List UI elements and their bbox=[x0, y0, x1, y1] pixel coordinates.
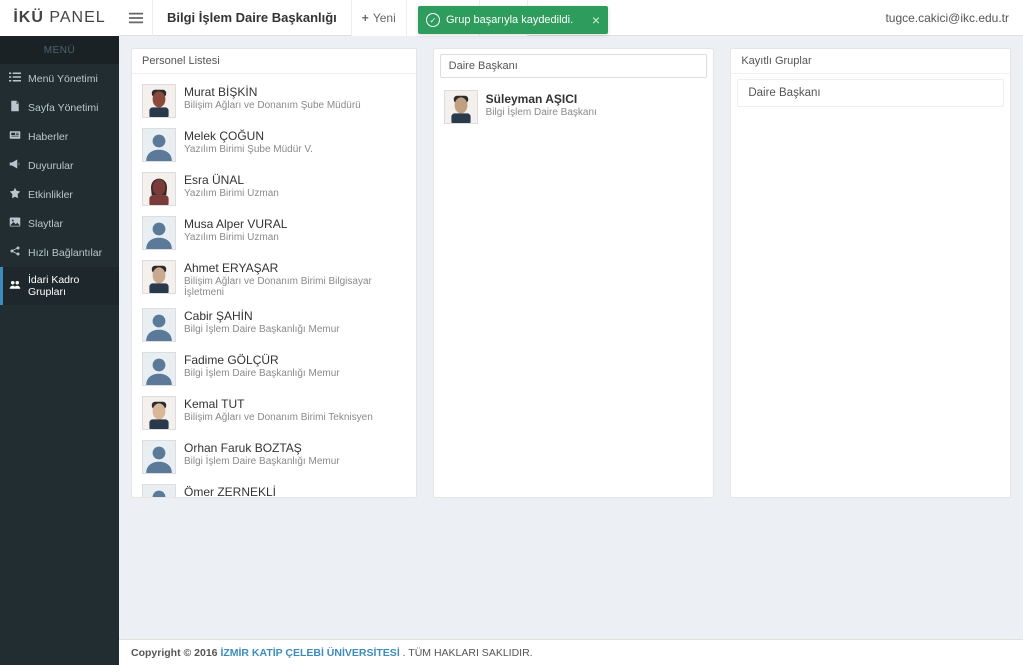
avatar bbox=[142, 352, 176, 386]
person-row[interactable]: Orhan Faruk BOZTAŞ Bilgi İşlem Daire Baş… bbox=[138, 435, 410, 479]
panel-personnel-title: Personel Listesi bbox=[132, 49, 416, 74]
sidebar-item-label: Menü Yönetimi bbox=[28, 73, 98, 85]
plus-icon: + bbox=[362, 11, 369, 25]
sidebar-item-i̇dari-kadro-grupları[interactable]: İdari Kadro Grupları bbox=[0, 267, 119, 305]
sidebar-item-label: Etkinlikler bbox=[28, 189, 73, 201]
sidebar: MENÜ Menü Yönetimi Sayfa Yönetimi Haberler… bbox=[0, 36, 119, 665]
image-icon bbox=[9, 216, 21, 231]
sidebar-menu-title: MENÜ bbox=[0, 36, 119, 64]
sidebar-item-label: Sayfa Yönetimi bbox=[28, 102, 98, 114]
group-name-input[interactable] bbox=[440, 54, 708, 78]
group-member[interactable]: Süleyman AŞICI Bilgi İşlem Daire Başkanı bbox=[440, 86, 708, 128]
avatar bbox=[444, 90, 478, 124]
success-toast: ✓ Grup başarıyla kaydedildi. × bbox=[418, 6, 608, 34]
panel-saved-groups: Kayıtlı Gruplar Daire Başkanı bbox=[730, 48, 1011, 498]
person-name: Fadime GÖLÇÜR bbox=[184, 353, 340, 367]
list-icon bbox=[9, 71, 21, 86]
person-name: Melek ÇOĞUN bbox=[184, 129, 313, 143]
sidebar-item-etkinlikler[interactable]: Etkinlikler bbox=[0, 180, 119, 209]
person-name: Ömer ZERNEKLİ bbox=[184, 485, 276, 497]
person-role: Yazılım Birimi Uzman bbox=[184, 232, 287, 243]
person-role: Yazılım Birimi Uzman bbox=[184, 188, 279, 199]
group-editor-body: Süleyman AŞICI Bilgi İşlem Daire Başkanı bbox=[434, 49, 714, 497]
sidebar-item-hızlı-bağlantılar[interactable]: Hızlı Bağlantılar bbox=[0, 238, 119, 267]
avatar bbox=[142, 128, 176, 162]
person-role: Bilişim Ağları ve Donanım Birimi Bilgisa… bbox=[184, 276, 406, 298]
file-icon bbox=[9, 100, 21, 115]
panel-group-editor: Süleyman AŞICI Bilgi İşlem Daire Başkanı bbox=[433, 48, 715, 498]
person-name: Orhan Faruk BOZTAŞ bbox=[184, 441, 340, 455]
person-name: Cabir ŞAHİN bbox=[184, 309, 340, 323]
avatar bbox=[142, 172, 176, 206]
check-circle-icon: ✓ bbox=[426, 13, 440, 27]
new-button-label: Yeni bbox=[373, 11, 396, 25]
avatar bbox=[142, 440, 176, 474]
sidebar-item-sayfa-yönetimi[interactable]: Sayfa Yönetimi bbox=[0, 93, 119, 122]
saved-groups-list: Daire Başkanı bbox=[731, 74, 1010, 497]
person-row[interactable]: Melek ÇOĞUN Yazılım Birimi Şube Müdür V. bbox=[138, 123, 410, 167]
user-email: tugce.cakici@ikc.edu.tr bbox=[885, 11, 1009, 25]
sidebar-item-label: Hızlı Bağlantılar bbox=[28, 247, 102, 259]
user-menu[interactable]: tugce.cakici@ikc.edu.tr bbox=[871, 0, 1023, 36]
footer-rights: . TÜM HAKLARI SAKLIDIR. bbox=[403, 647, 533, 659]
personnel-list[interactable]: Murat BİŞKİN Bilişim Ağları ve Donanım Ş… bbox=[132, 74, 416, 497]
person-role: Bilişim Ağları ve Donanım Şube Müdürü bbox=[184, 100, 361, 111]
bullhorn-icon bbox=[9, 158, 21, 173]
sidebar-item-label: İdari Kadro Grupları bbox=[28, 274, 110, 298]
person-name: Esra ÜNAL bbox=[184, 173, 279, 187]
person-row[interactable]: Ömer ZERNEKLİ bbox=[138, 479, 410, 497]
person-row[interactable]: Cabir ŞAHİN Bilgi İşlem Daire Başkanlığı… bbox=[138, 303, 410, 347]
avatar bbox=[142, 396, 176, 430]
person-name: Murat BİŞKİN bbox=[184, 85, 361, 99]
hamburger-icon bbox=[129, 11, 143, 25]
sidebar-item-label: Slaytlar bbox=[28, 218, 63, 230]
sidebar-item-duyurular[interactable]: Duyurular bbox=[0, 151, 119, 180]
share-icon bbox=[9, 245, 21, 260]
sidebar-toggle[interactable] bbox=[119, 0, 153, 36]
brand-logo[interactable]: İKÜ PANEL bbox=[0, 0, 119, 36]
avatar bbox=[142, 216, 176, 250]
content: Personel Listesi Murat BİŞKİN Bilişim Ağ… bbox=[119, 36, 1023, 639]
person-role: Bilişim Ağları ve Donanım Birimi Teknisy… bbox=[184, 412, 373, 423]
person-row[interactable]: Fadime GÖLÇÜR Bilgi İşlem Daire Başkanlı… bbox=[138, 347, 410, 391]
avatar bbox=[142, 260, 176, 294]
star-icon bbox=[9, 187, 21, 202]
person-name: Kemal TUT bbox=[184, 397, 373, 411]
footer-org-link[interactable]: İZMİR KATİP ÇELEBİ ÜNİVERSİTESİ bbox=[220, 647, 399, 659]
person-row[interactable]: Musa Alper VURAL Yazılım Birimi Uzman bbox=[138, 211, 410, 255]
person-row[interactable]: Murat BİŞKİN Bilişim Ağları ve Donanım Ş… bbox=[138, 79, 410, 123]
toast-message: Grup başarıyla kaydedildi. bbox=[446, 14, 573, 26]
news-icon bbox=[9, 129, 21, 144]
person-role: Bilgi İşlem Daire Başkanlığı Memur bbox=[184, 324, 340, 335]
member-role: Bilgi İşlem Daire Başkanı bbox=[486, 107, 597, 118]
users-icon bbox=[9, 279, 21, 294]
new-button[interactable]: + Yeni bbox=[351, 0, 406, 36]
person-role: Bilgi İşlem Daire Başkanlığı Memur bbox=[184, 456, 340, 467]
footer-copyright: Copyright © 2016 bbox=[131, 647, 220, 659]
toast-close-button[interactable]: × bbox=[592, 13, 600, 27]
person-role: Yazılım Birimi Şube Müdür V. bbox=[184, 144, 313, 155]
saved-group-item[interactable]: Daire Başkanı bbox=[737, 79, 1004, 107]
avatar bbox=[142, 308, 176, 342]
member-name: Süleyman AŞICI bbox=[486, 92, 597, 106]
person-row[interactable]: Esra ÜNAL Yazılım Birimi Uzman bbox=[138, 167, 410, 211]
sidebar-item-menü-yönetimi[interactable]: Menü Yönetimi bbox=[0, 64, 119, 93]
panel-saved-groups-title: Kayıtlı Gruplar bbox=[731, 49, 1010, 74]
panel-personnel: Personel Listesi Murat BİŞKİN Bilişim Ağ… bbox=[131, 48, 417, 498]
person-name: Ahmet ERYAŞAR bbox=[184, 261, 406, 275]
avatar bbox=[142, 84, 176, 118]
sidebar-item-label: Duyurular bbox=[28, 160, 74, 172]
sidebar-item-haberler[interactable]: Haberler bbox=[0, 122, 119, 151]
person-row[interactable]: Kemal TUT Bilişim Ağları ve Donanım Biri… bbox=[138, 391, 410, 435]
person-role: Bilgi İşlem Daire Başkanlığı Memur bbox=[184, 368, 340, 379]
avatar bbox=[142, 484, 176, 497]
footer: Copyright © 2016 İZMİR KATİP ÇELEBİ ÜNİV… bbox=[119, 639, 1023, 665]
person-name: Musa Alper VURAL bbox=[184, 217, 287, 231]
sidebar-item-label: Haberler bbox=[28, 131, 68, 143]
sidebar-item-slaytlar[interactable]: Slaytlar bbox=[0, 209, 119, 238]
page-title: Bilgi İşlem Daire Başkanlığı bbox=[153, 10, 351, 25]
person-row[interactable]: Ahmet ERYAŞAR Bilişim Ağları ve Donanım … bbox=[138, 255, 410, 303]
